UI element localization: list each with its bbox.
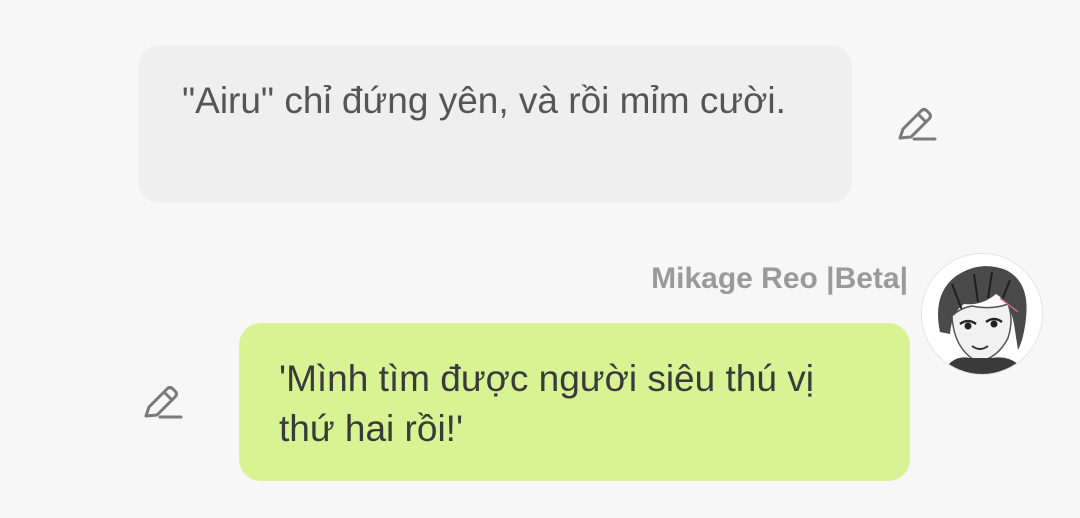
user-message-bubble: "Airu" chỉ đứng yên, và rồi mỉm cười. (138, 45, 852, 203)
pencil-edit-icon (144, 386, 183, 419)
pencil-edit-icon (898, 108, 937, 141)
sender-name: Mikage Reo |Beta| (651, 262, 908, 295)
manga-portrait-avatar (922, 254, 1042, 374)
edit-character-message-button[interactable] (140, 380, 184, 424)
character-message-text: 'Mình tìm được người siêu thú vị thứ hai… (279, 358, 814, 449)
edit-user-message-button[interactable] (894, 102, 938, 146)
user-message-text: "Airu" chỉ đứng yên, và rồi mỉm cười. (182, 80, 786, 121)
character-avatar[interactable] (922, 254, 1042, 374)
character-message-bubble: 'Mình tìm được người siêu thú vị thứ hai… (239, 323, 910, 481)
